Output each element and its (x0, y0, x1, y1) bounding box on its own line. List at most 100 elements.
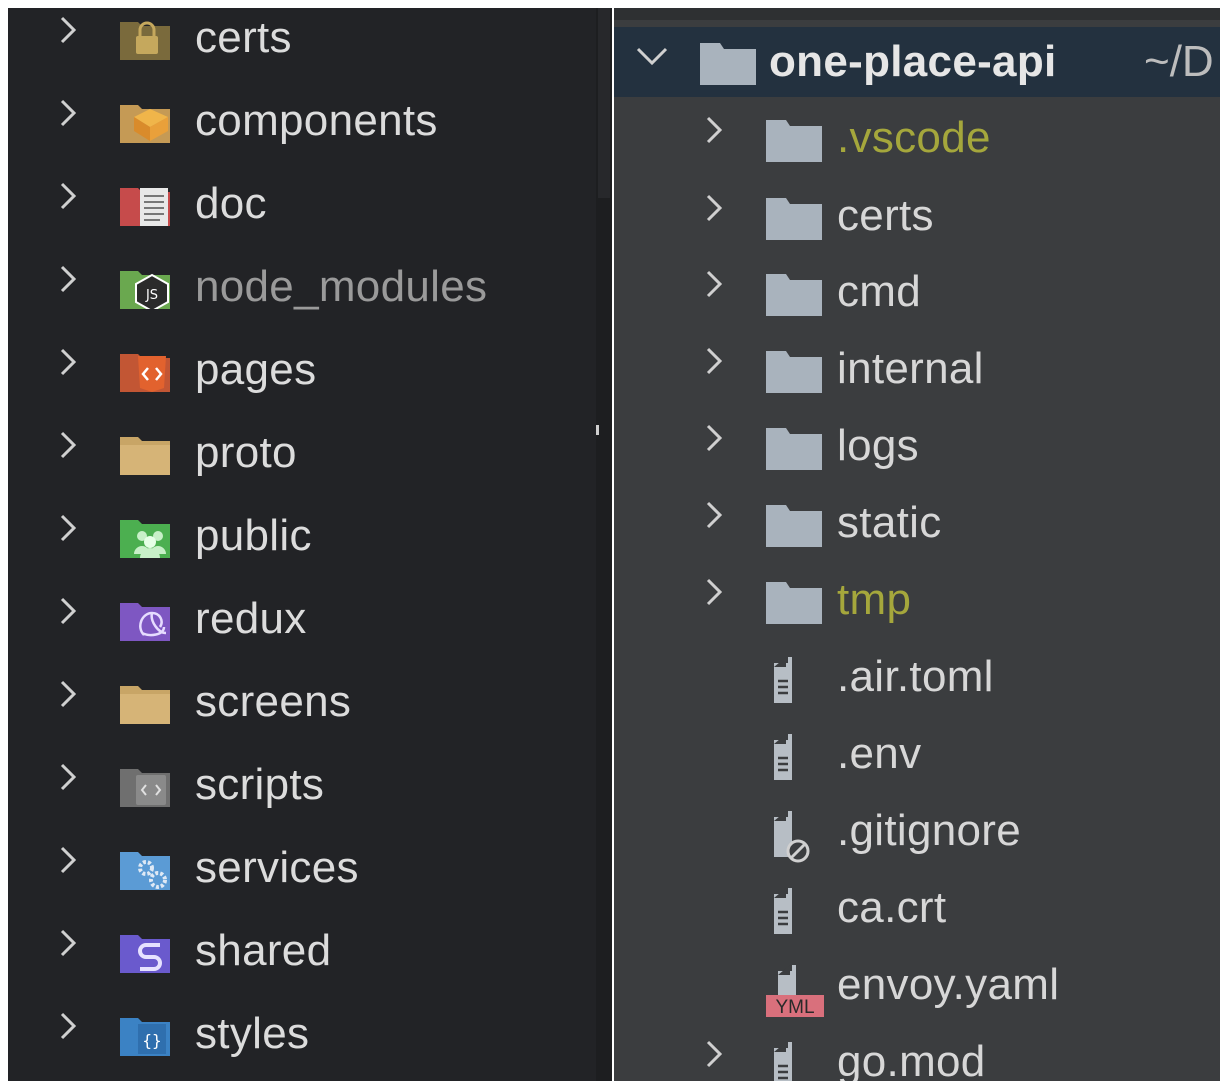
tree-item-label: envoy.yaml (837, 960, 1060, 1009)
chevron-right-icon[interactable] (706, 347, 722, 375)
tree-item-label: .air.toml (837, 652, 994, 701)
tree-item-label: static (837, 498, 942, 547)
components-folder-icon (120, 99, 170, 143)
folder-icon (766, 349, 822, 393)
tree-item-label: doc (195, 179, 267, 228)
tree-item-public[interactable]: public (8, 498, 596, 574)
tree-item-label: scripts (195, 760, 325, 809)
text-file-icon (766, 734, 822, 780)
chevron-right-icon[interactable] (60, 431, 76, 459)
chevron-down-icon[interactable] (636, 47, 668, 66)
chevron-right-icon[interactable] (60, 680, 76, 708)
chevron-right-icon[interactable] (60, 1012, 76, 1040)
yaml-file-icon: YML (762, 965, 824, 1017)
doc-folder-icon (120, 182, 170, 226)
ignore-file-icon (766, 811, 822, 863)
tree-item-services[interactable]: services (8, 830, 596, 906)
tree-item-shared[interactable]: shared (8, 913, 596, 989)
folder-icon (766, 503, 822, 547)
root-folder-label: one-place-api (769, 37, 1057, 86)
folder-icon (766, 580, 822, 624)
tree-item-label: ca.crt (837, 883, 947, 932)
folder-icon (120, 431, 170, 475)
services-folder-icon (120, 846, 170, 890)
chevron-right-icon[interactable] (60, 514, 76, 542)
tree-item-label: tmp (837, 575, 912, 624)
tree-item-label: certs (837, 191, 934, 240)
tree-item-label: proto (195, 428, 297, 477)
tree-root-one-place-api[interactable]: one-place-api ~/D (614, 27, 1220, 97)
svg-text:JS: JS (145, 288, 158, 303)
svg-text:{}: {} (142, 1031, 161, 1050)
tree-item-gitignore[interactable]: .gitignore (614, 793, 1220, 869)
public-folder-icon (120, 514, 170, 558)
chevron-right-icon[interactable] (706, 116, 722, 144)
pages-folder-icon (120, 348, 170, 392)
tree-item-redux[interactable]: redux (8, 581, 596, 657)
splitter-handle[interactable] (596, 425, 599, 435)
left-scrollbar[interactable] (596, 8, 612, 1081)
chevron-right-icon[interactable] (706, 270, 722, 298)
text-file-icon (766, 888, 822, 934)
lock-folder-icon (120, 16, 170, 60)
tree-item-label: node_modules (195, 262, 488, 311)
tree-item-certs[interactable]: certs (8, 8, 596, 76)
project-tree-left: certs components doc JS node_modules pag… (8, 8, 596, 1081)
chevron-right-icon[interactable] (706, 194, 722, 222)
tree-item-label: go.mod (837, 1037, 986, 1081)
tree-item-label: screens (195, 677, 352, 726)
folder-icon (766, 272, 822, 316)
tree-item-label: certs (195, 13, 292, 62)
tree-item-tmp[interactable]: tmp (614, 562, 1220, 638)
chevron-right-icon[interactable] (60, 16, 76, 44)
tree-item-internal[interactable]: internal (614, 331, 1220, 407)
tree-item-static[interactable]: static (614, 485, 1220, 561)
chevron-right-icon[interactable] (60, 99, 76, 127)
tree-item-label: pages (195, 345, 317, 394)
tree-item-go-mod[interactable]: go.mod (614, 1024, 1220, 1081)
yaml-badge: YML (775, 997, 814, 1017)
tree-item-components[interactable]: components (8, 83, 596, 159)
tree-item-env[interactable]: .env (614, 716, 1220, 792)
tree-item-label: .vscode (837, 113, 991, 162)
tree-item-pages[interactable]: pages (8, 332, 596, 408)
chevron-right-icon[interactable] (706, 501, 722, 529)
chevron-right-icon[interactable] (60, 182, 76, 210)
tree-item-label: .gitignore (837, 806, 1022, 855)
tree-item-label: styles (195, 1009, 310, 1058)
chevron-right-icon[interactable] (60, 763, 76, 791)
chevron-right-icon[interactable] (60, 846, 76, 874)
tree-item-node-modules[interactable]: JS node_modules (8, 249, 596, 325)
chevron-right-icon[interactable] (60, 929, 76, 957)
scripts-folder-icon (120, 763, 170, 807)
tree-item-scripts[interactable]: scripts (8, 747, 596, 823)
tree-item-label: public (195, 511, 312, 560)
tree-item-label: components (195, 96, 438, 145)
folder-icon (766, 426, 822, 470)
chevron-right-icon[interactable] (706, 424, 722, 452)
tree-item-certs[interactable]: certs (614, 178, 1220, 254)
shared-folder-icon (120, 929, 170, 973)
text-file-icon (766, 657, 822, 703)
tree-item-doc[interactable]: doc (8, 166, 596, 242)
tree-item-ca-crt[interactable]: ca.crt (614, 870, 1220, 946)
tree-item-logs[interactable]: logs (614, 408, 1220, 484)
project-tree-right: one-place-api ~/D .vscode certs cmd inte… (614, 8, 1220, 1081)
folder-icon (766, 118, 822, 162)
tree-item-screens[interactable]: screens (8, 664, 596, 740)
chevron-right-icon[interactable] (706, 1040, 722, 1068)
tree-item-label: logs (837, 421, 919, 470)
chevron-right-icon[interactable] (60, 348, 76, 376)
tree-item-envoy-yaml[interactable]: YML envoy.yaml (614, 947, 1220, 1023)
tree-item-cmd[interactable]: cmd (614, 254, 1220, 330)
scrollbar-thumb[interactable] (598, 8, 610, 198)
tree-item-label: redux (195, 594, 307, 643)
chevron-right-icon[interactable] (706, 578, 722, 606)
tree-item-proto[interactable]: proto (8, 415, 596, 491)
text-file-icon (766, 1042, 822, 1081)
chevron-right-icon[interactable] (60, 597, 76, 625)
tree-item-styles[interactable]: {} styles (8, 996, 596, 1072)
chevron-right-icon[interactable] (60, 265, 76, 293)
tree-item-vscode[interactable]: .vscode (614, 100, 1220, 176)
tree-item-air-toml[interactable]: .air.toml (614, 639, 1220, 715)
